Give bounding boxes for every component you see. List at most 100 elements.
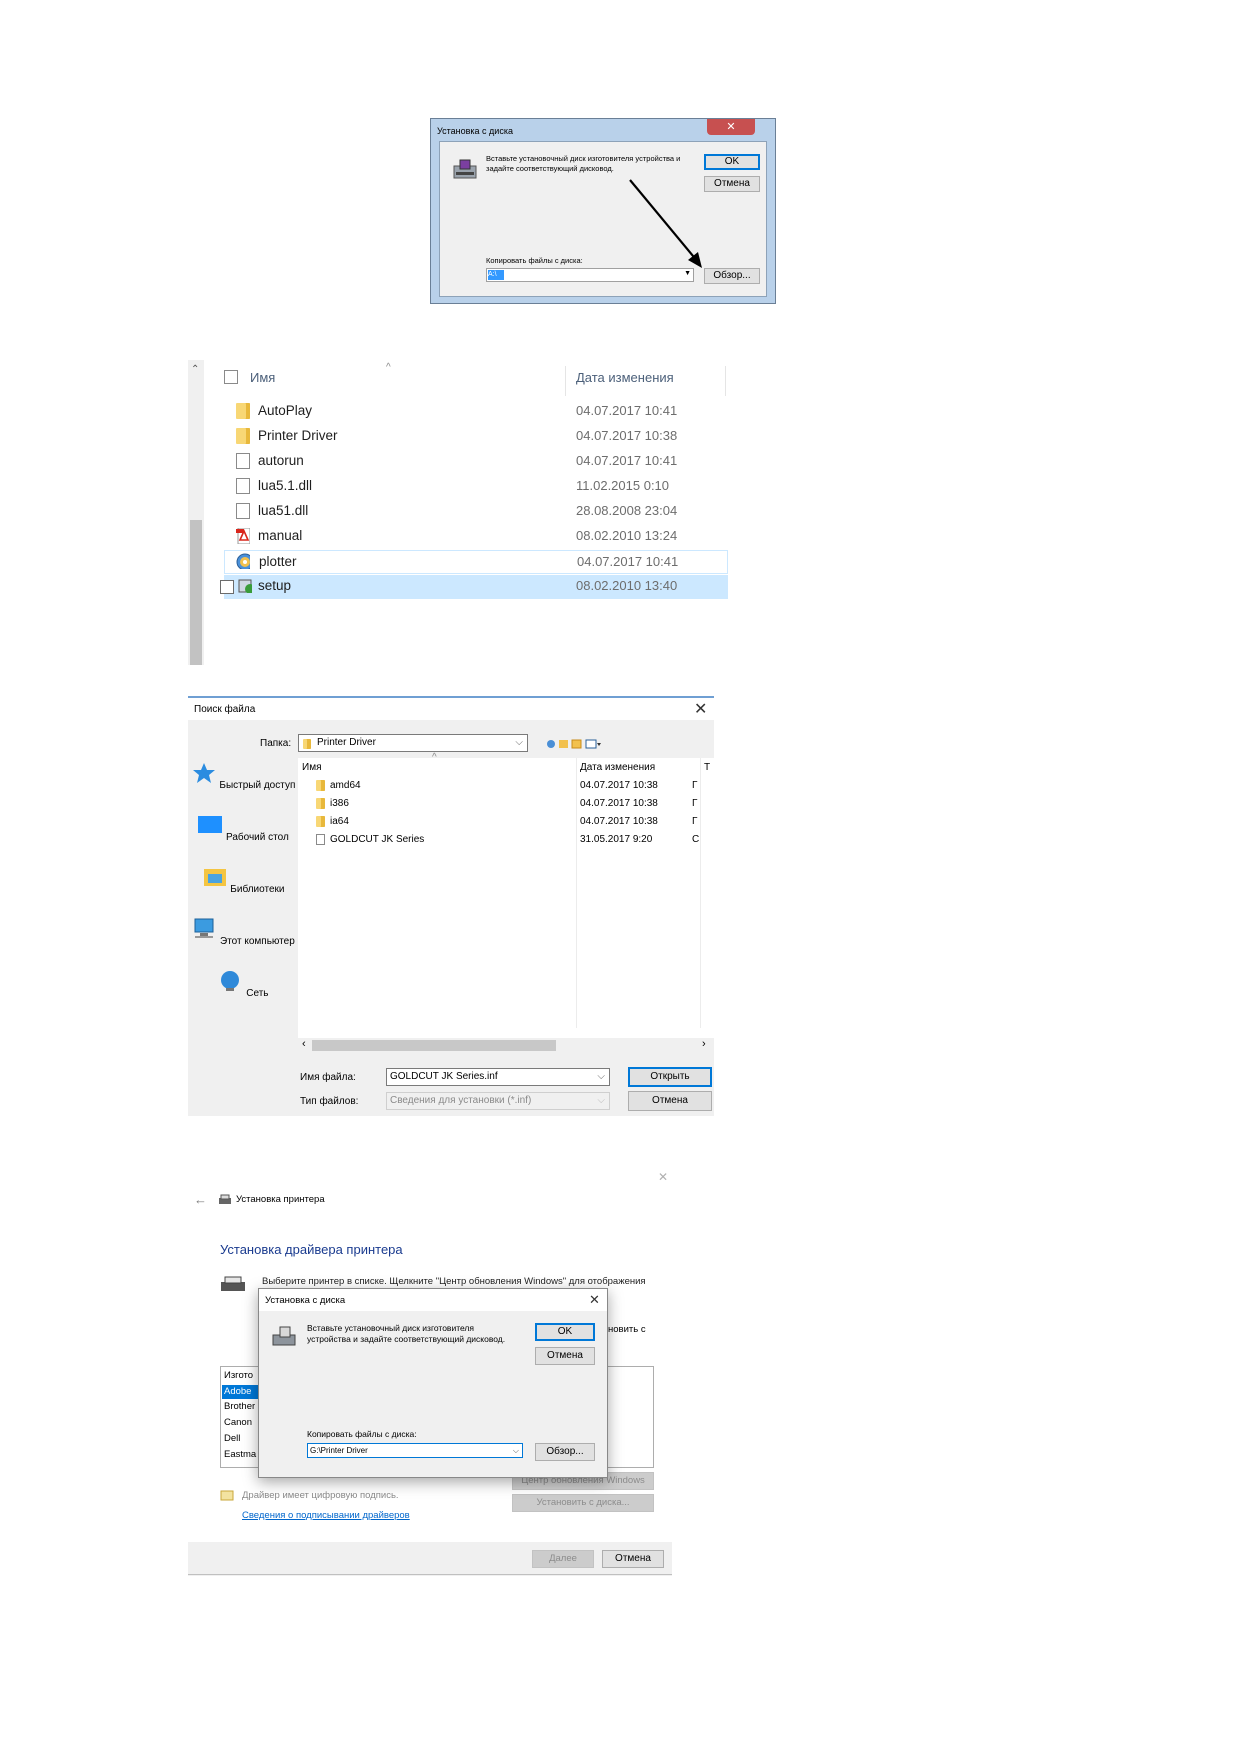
chevron-down-icon[interactable]: ⌵ [597, 1093, 605, 1109]
file-name: i386 [330, 798, 349, 809]
file-row[interactable]: manual 08.02.2010 13:24 [224, 525, 728, 549]
title-bar: Поиск файла ✕ [188, 698, 714, 720]
column-header-type[interactable]: Т [704, 762, 710, 773]
folder-icon [236, 428, 250, 444]
sort-up-icon: ^ [386, 362, 391, 373]
file-row-selected[interactable]: setup 08.02.2010 13:40 [220, 575, 728, 599]
place-label: Быстрый доступ [219, 780, 296, 791]
driver-signing-link[interactable]: Сведения о подписывании драйверов [242, 1510, 410, 1521]
printer-icon [219, 1194, 231, 1204]
file-row[interactable]: ia64 04.07.2017 10:38 Г [298, 814, 708, 830]
file-row[interactable]: i386 04.07.2017 10:38 Г [298, 796, 708, 812]
description-tail: новить с [608, 1324, 646, 1335]
filetype-select[interactable]: Сведения для установки (*.inf) ⌵ [386, 1092, 610, 1110]
vertical-scrollbar[interactable]: ⌃ [188, 360, 204, 665]
places-bar: Быстрый доступ Рабочий стол Библиотеки Э… [188, 728, 298, 1028]
file-name: GOLDCUT JK Series [330, 834, 425, 845]
signed-driver-text: Драйвер имеет цифровую подпись. [242, 1490, 399, 1501]
file-row[interactable]: GOLDCUT JK Series 31.05.2017 9:20 С [298, 832, 708, 848]
chevron-left-icon[interactable]: ‹ [302, 1038, 306, 1050]
column-divider [725, 366, 726, 396]
ok-button[interactable]: OK [535, 1323, 595, 1341]
file-row[interactable]: lua5.1.dll 11.02.2015 0:10 [224, 475, 728, 499]
place-this-pc[interactable]: Этот компьютер [188, 918, 298, 947]
browse-button[interactable]: Обзор... [535, 1443, 595, 1461]
chevron-down-icon[interactable]: ⌵ [513, 1444, 519, 1457]
page-heading: Установка драйвера принтера [220, 1242, 403, 1257]
dialog-title: Поиск файла [194, 704, 256, 715]
close-button[interactable]: ✕ [707, 119, 755, 135]
install-from-disk-dialog-win7: Установка с диска ✕ Вставьте установочны… [430, 118, 776, 304]
folder-select[interactable]: Printer Driver ⌵ [298, 734, 528, 752]
column-header-name[interactable]: Имя [302, 762, 321, 773]
row-checkbox[interactable] [220, 580, 234, 594]
filename-label: Имя файла: [300, 1072, 356, 1083]
place-quick-access[interactable]: Быстрый доступ [188, 762, 298, 791]
window-title: Установка принтера [236, 1194, 325, 1205]
cancel-button[interactable]: Отмена [602, 1550, 664, 1568]
file-list: Имя ^ Дата изменения Т amd64 04.07.2017 … [298, 752, 714, 1038]
close-icon[interactable]: ✕ [658, 1170, 668, 1184]
chevron-right-icon[interactable]: › [702, 1038, 706, 1050]
folder-icon [236, 403, 250, 419]
place-libraries[interactable]: Библиотеки [188, 866, 298, 895]
have-disk-button[interactable]: Установить с диска... [512, 1494, 654, 1512]
file-name: autorun [258, 453, 304, 468]
folder-value: Printer Driver [317, 737, 376, 748]
file-name: setup [258, 578, 292, 593]
computer-icon [194, 918, 214, 938]
file-name: Printer Driver [258, 428, 338, 443]
chevron-up-icon[interactable]: ⌃ [191, 364, 199, 375]
network-icon [221, 971, 240, 991]
column-header-name[interactable]: Имя [250, 370, 275, 385]
file-row[interactable]: AutoPlay 04.07.2017 10:41 [224, 400, 728, 424]
libraries-icon [203, 869, 226, 886]
toolbar-icons[interactable] [546, 738, 602, 750]
chevron-down-icon[interactable]: ⌵ [515, 735, 523, 751]
file-date: 04.07.2017 10:38 [576, 428, 678, 443]
scrollbar-thumb[interactable] [312, 1040, 556, 1051]
back-arrow-icon[interactable]: ← [194, 1192, 207, 1207]
folder-icon [303, 739, 311, 749]
install-from-disk-dialog: Установка с диска ✕ Вставьте установочны… [258, 1288, 608, 1478]
file-row[interactable]: plotter 04.07.2017 10:41 [224, 550, 728, 574]
printer-icon [221, 1276, 245, 1291]
place-network[interactable]: Сеть [188, 970, 298, 999]
open-file-dialog: Поиск файла ✕ Папка: Printer Driver ⌵ Бы… [188, 696, 714, 1116]
file-date: 28.08.2008 23:04 [576, 503, 678, 518]
list-item[interactable]: Brother [224, 1401, 255, 1412]
next-button[interactable]: Далее [532, 1550, 594, 1568]
sort-up-icon: ^ [432, 752, 437, 763]
cancel-button[interactable]: Отмена [535, 1347, 595, 1365]
place-label: Сеть [246, 988, 269, 999]
annotation-arrow-icon [629, 179, 702, 268]
file-row[interactable]: Printer Driver 04.07.2017 10:38 [224, 425, 728, 449]
place-desktop[interactable]: Рабочий стол [188, 814, 298, 843]
column-header-date[interactable]: Дата изменения [576, 370, 674, 385]
list-item[interactable]: Dell [224, 1433, 240, 1444]
divider [188, 1574, 672, 1575]
list-item[interactable]: Eastma [224, 1449, 256, 1460]
cancel-button[interactable]: Отмена [628, 1091, 712, 1111]
folder-icon [316, 816, 325, 827]
folder-icon [316, 798, 325, 809]
filename-input[interactable]: GOLDCUT JK Series.inf ⌵ [386, 1068, 610, 1086]
close-icon[interactable]: ✕ [589, 1292, 600, 1308]
close-icon[interactable]: ✕ [694, 699, 707, 719]
chevron-down-icon[interactable]: ⌵ [597, 1069, 605, 1085]
file-date: 08.02.2010 13:24 [576, 528, 678, 543]
list-item[interactable]: Canon [224, 1417, 252, 1428]
place-label: Рабочий стол [226, 832, 289, 843]
drive-path-combobox[interactable]: G:\Printer Driver ⌵ [307, 1443, 523, 1458]
select-all-checkbox[interactable] [224, 370, 238, 384]
file-row[interactable]: autorun 04.07.2017 10:41 [224, 450, 728, 474]
file-row[interactable]: amd64 04.07.2017 10:38 Г [298, 778, 708, 794]
file-row[interactable]: lua51.dll 28.08.2008 23:04 [224, 500, 728, 524]
open-button[interactable]: Открыть [628, 1067, 712, 1087]
file-name: manual [258, 528, 303, 543]
copy-files-label: Копировать файлы с диска: [307, 1429, 417, 1439]
file-name: lua5.1.dll [258, 478, 313, 493]
scrollbar-thumb[interactable] [190, 520, 202, 665]
column-header-date[interactable]: Дата изменения [580, 762, 655, 773]
filetype-label: Тип файлов: [300, 1096, 359, 1107]
